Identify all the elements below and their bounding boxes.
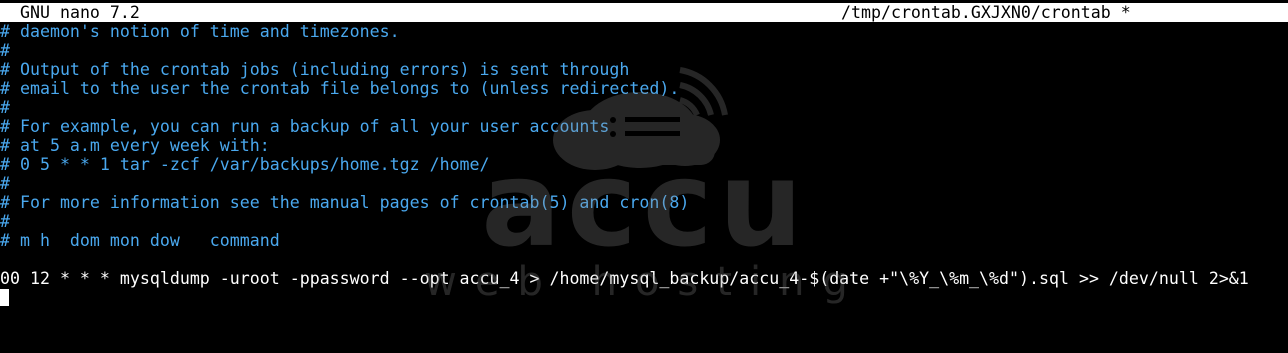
cursor-line[interactable] — [0, 288, 1288, 307]
editor-line[interactable]: # daemon's notion of time and timezones. — [0, 22, 1288, 41]
editor-line[interactable]: # For example, you can run a backup of a… — [0, 117, 1288, 136]
editor-line[interactable]: # at 5 a.m every week with: — [0, 136, 1288, 155]
text-cursor — [0, 289, 9, 306]
editor-line[interactable]: # m h dom mon dow command — [0, 231, 1288, 250]
editor-area[interactable]: # daemon's notion of time and timezones.… — [0, 22, 1288, 307]
editor-line[interactable]: # Output of the crontab jobs (including … — [0, 60, 1288, 79]
editor-line[interactable]: # — [0, 174, 1288, 193]
title-bar: GNU nano 7.2 /tmp/crontab.GXJXN0/crontab… — [0, 3, 1288, 22]
editor-line[interactable]: # — [0, 98, 1288, 117]
editor-line[interactable]: # For more information see the manual pa… — [0, 193, 1288, 212]
app-version: GNU nano 7.2 — [20, 3, 140, 22]
editor-line[interactable]: # 0 5 * * 1 tar -zcf /var/backups/home.t… — [0, 155, 1288, 174]
editor-line[interactable]: # email to the user the crontab file bel… — [0, 79, 1288, 98]
file-path: /tmp/crontab.GXJXN0/crontab * — [841, 3, 1131, 22]
editor-line[interactable]: # — [0, 41, 1288, 60]
cron-job-line[interactable]: 00 12 * * * mysqldump -uroot -ppassword … — [0, 269, 1288, 288]
editor-line[interactable]: # — [0, 212, 1288, 231]
editor-line-blank[interactable] — [0, 250, 1288, 269]
